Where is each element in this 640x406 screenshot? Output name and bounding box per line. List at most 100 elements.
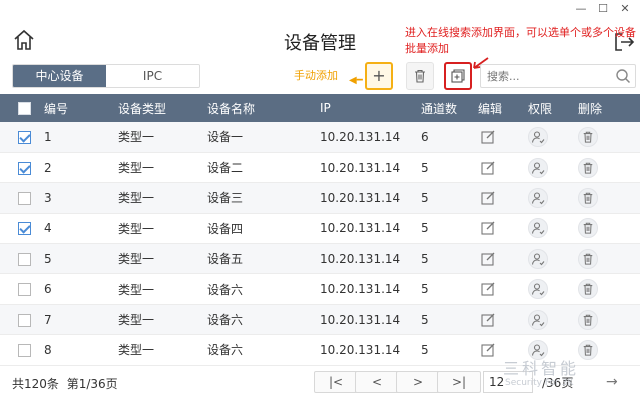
- last-page-button[interactable]: >|: [437, 371, 481, 393]
- row-checkbox[interactable]: [18, 222, 31, 236]
- batch-add-button[interactable]: [444, 62, 472, 90]
- col-channels: 通道数: [421, 101, 458, 116]
- row-checkbox[interactable]: [18, 343, 31, 357]
- col-number: 编号: [44, 101, 69, 116]
- tab-ipc[interactable]: IPC: [106, 65, 199, 87]
- row-checkbox[interactable]: [18, 252, 31, 266]
- watermark-sub: Security For 3K: [505, 378, 574, 388]
- user-permission-icon: [531, 313, 545, 326]
- row-checkbox[interactable]: [18, 313, 31, 327]
- edit-icon[interactable]: [478, 127, 498, 147]
- permission-button[interactable]: [528, 248, 548, 269]
- select-all-checkbox[interactable]: [18, 102, 31, 115]
- col-device-type: 设备类型: [118, 101, 167, 116]
- trash-icon: [583, 162, 593, 174]
- orange-arrow-icon: ◀━: [349, 75, 363, 86]
- trash-icon: [583, 131, 593, 143]
- tab-center-device[interactable]: 中心设备: [13, 65, 106, 87]
- cell-ip: 10.20.131.14: [320, 221, 401, 236]
- table-row: 1 类型一 设备一 10.20.131.14 6: [0, 122, 640, 153]
- edit-icon[interactable]: [478, 188, 498, 208]
- cell-device-type: 类型一: [118, 313, 155, 328]
- cell-channels: 5: [421, 160, 429, 175]
- total-count: 共120条: [12, 377, 59, 391]
- delete-row-button[interactable]: [578, 309, 598, 330]
- delete-row-button[interactable]: [578, 248, 598, 269]
- cell-device-type: 类型一: [118, 282, 155, 297]
- row-checkbox[interactable]: [18, 161, 31, 175]
- cell-device-name: 设备二: [207, 161, 244, 176]
- page-info: 第1/36页: [66, 377, 118, 391]
- edit-icon[interactable]: [478, 158, 498, 178]
- table-row: 4 类型一 设备四 10.20.131.14 5: [0, 213, 640, 244]
- cell-ip: 10.20.131.14: [320, 342, 401, 357]
- close-button[interactable]: ✕: [618, 2, 632, 16]
- edit-icon[interactable]: [478, 249, 498, 269]
- edit-icon[interactable]: [478, 310, 498, 330]
- trash-icon: [415, 69, 425, 83]
- user-permission-icon: [531, 192, 545, 205]
- manual-add-button[interactable]: +: [365, 62, 393, 90]
- table-row: 2 类型一 设备二 10.20.131.14 5: [0, 152, 640, 183]
- col-device-name: 设备名称: [207, 101, 256, 116]
- maximize-button[interactable]: ☐: [596, 2, 610, 16]
- user-permission-icon: [531, 283, 545, 296]
- device-table: 编号 设备类型 设备名称 IP 通道数 编辑 权限 删除 1 类型一 设备一 10.2…: [0, 94, 640, 366]
- search-box: [480, 64, 636, 88]
- table-header: 编号 设备类型 设备名称 IP 通道数 编辑 权限 删除: [0, 94, 640, 122]
- first-page-button[interactable]: |<: [314, 371, 358, 393]
- search-icon[interactable]: [615, 68, 631, 84]
- cell-channels: 5: [421, 282, 429, 297]
- minimize-button[interactable]: —: [574, 2, 588, 16]
- cell-ip: 10.20.131.14: [320, 251, 401, 266]
- window-controls: — ☐ ✕: [0, 0, 640, 20]
- cell-device-type: 类型一: [118, 343, 155, 358]
- delete-button[interactable]: [406, 62, 434, 90]
- cell-device-name: 设备六: [207, 313, 244, 328]
- cell-number: 3: [44, 190, 52, 205]
- cell-channels: 5: [421, 221, 429, 236]
- go-page-arrow-icon[interactable]: →: [606, 374, 618, 390]
- permission-button[interactable]: [528, 279, 548, 300]
- cell-channels: 5: [421, 251, 429, 266]
- cell-ip: 10.20.131.14: [320, 160, 401, 175]
- permission-button[interactable]: [528, 309, 548, 330]
- cell-device-name: 设备六: [207, 282, 244, 297]
- cell-number: 4: [44, 221, 52, 236]
- col-ip: IP: [320, 101, 331, 115]
- next-page-button[interactable]: >: [396, 371, 440, 393]
- cell-device-name: 设备一: [207, 130, 244, 145]
- edit-icon[interactable]: [478, 279, 498, 299]
- delete-row-button[interactable]: [578, 126, 598, 147]
- row-checkbox[interactable]: [18, 191, 31, 205]
- permission-button[interactable]: [528, 218, 548, 239]
- cell-device-name: 设备三: [207, 191, 244, 206]
- edit-icon[interactable]: [478, 340, 498, 360]
- cell-number: 6: [44, 282, 52, 297]
- delete-row-button[interactable]: [578, 187, 598, 208]
- trash-icon: [583, 314, 593, 326]
- device-tabs: 中心设备 IPC: [12, 64, 200, 88]
- cell-device-type: 类型一: [118, 252, 155, 267]
- delete-row-button[interactable]: [578, 339, 598, 360]
- red-arrow-icon: [473, 57, 489, 69]
- cell-number: 8: [44, 342, 52, 357]
- cell-number: 2: [44, 160, 52, 175]
- edit-icon[interactable]: [478, 218, 498, 238]
- user-permission-icon: [531, 253, 545, 266]
- search-input[interactable]: [481, 65, 601, 87]
- permission-button[interactable]: [528, 126, 548, 147]
- cell-device-type: 类型一: [118, 161, 155, 176]
- delete-row-button[interactable]: [578, 218, 598, 239]
- permission-button[interactable]: [528, 157, 548, 178]
- total-info: 共120条 第1/36页: [12, 375, 118, 392]
- prev-page-button[interactable]: <: [355, 371, 399, 393]
- row-checkbox[interactable]: [18, 283, 31, 297]
- delete-row-button[interactable]: [578, 279, 598, 300]
- watermark-brand: 三科智能: [503, 359, 580, 378]
- user-permission-icon: [531, 222, 545, 235]
- permission-button[interactable]: [528, 187, 548, 208]
- row-checkbox[interactable]: [18, 130, 31, 144]
- delete-row-button[interactable]: [578, 157, 598, 178]
- trash-icon: [583, 192, 593, 204]
